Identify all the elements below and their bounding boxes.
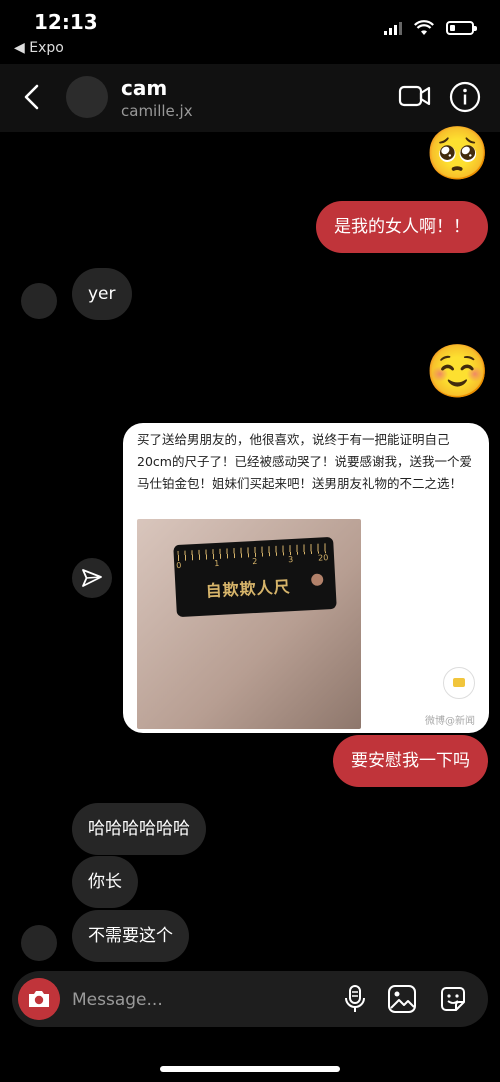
incoming-message[interactable]: yer — [72, 268, 132, 320]
ruler-number: 20 — [317, 553, 329, 563]
outgoing-message[interactable]: 是我的女人啊！！ — [316, 201, 488, 253]
ruler-image: 0 1 2 3 20 自欺欺人尺 — [173, 536, 337, 618]
battery-icon — [446, 21, 477, 35]
contact-avatar-small — [21, 925, 57, 961]
contact-avatar-small — [21, 283, 57, 319]
contact-avatar[interactable] — [66, 76, 108, 118]
ruler-label: 自欺欺人尺 — [205, 577, 292, 601]
status-icons — [384, 20, 477, 36]
shared-post-card[interactable]: 买了送给男朋友的，他很喜欢，说终于有一把能证明自己20cm的尺子了！已经被感动哭… — [123, 423, 489, 733]
ruler-number: 3 — [287, 554, 294, 565]
sticker-icon[interactable] — [438, 984, 468, 1014]
shared-post-caption: 买了送给男朋友的，他很喜欢，说终于有一把能证明自己20cm的尺子了！已经被感动哭… — [137, 432, 472, 491]
message-input[interactable] — [72, 988, 312, 1012]
status-time: 12:13 — [34, 10, 98, 34]
contact-username[interactable]: camille.jx — [121, 102, 193, 120]
incoming-message[interactable]: 不需要这个 — [72, 910, 189, 962]
back-arrow-icon[interactable] — [18, 82, 48, 112]
home-indicator — [160, 1066, 340, 1072]
wifi-icon — [414, 20, 434, 35]
shared-post-watermark: 微博@新闻 — [425, 716, 475, 727]
ruler-number: 0 — [176, 560, 182, 571]
outgoing-message[interactable]: 要安慰我一下吗 — [333, 735, 488, 787]
video-call-icon[interactable] — [398, 82, 432, 110]
incoming-message[interactable]: 哈哈哈哈哈哈 — [72, 803, 206, 855]
ruler-number: 1 — [214, 558, 220, 569]
info-icon[interactable] — [448, 80, 482, 114]
emoji-message[interactable]: ☺️ — [425, 346, 490, 398]
badge-icon — [443, 667, 475, 699]
signal-icon — [384, 21, 402, 35]
share-icon[interactable] — [72, 558, 112, 598]
camera-icon[interactable] — [18, 978, 60, 1020]
incoming-message[interactable]: 你长 — [72, 856, 138, 908]
back-to-app-link[interactable]: ◀ Expo — [14, 40, 64, 56]
shared-post-photo: 0 1 2 3 20 自欺欺人尺 — [137, 519, 361, 729]
emoji-message[interactable]: 🥺 — [425, 128, 490, 180]
microphone-icon[interactable] — [340, 984, 370, 1014]
ruler-number: 2 — [251, 556, 258, 567]
gallery-icon[interactable] — [387, 984, 417, 1014]
contact-name[interactable]: cam — [121, 76, 167, 100]
